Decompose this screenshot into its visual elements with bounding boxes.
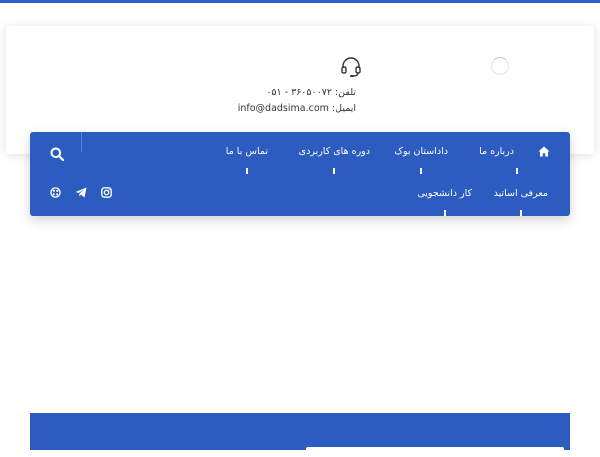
- nav-tick: [519, 210, 522, 216]
- nav-item-label: تماس با ما: [225, 146, 268, 157]
- nav-item-student-work[interactable]: کار دانشجویی: [417, 188, 472, 216]
- nav-item-dadastan-book[interactable]: داداستان بوک: [394, 146, 448, 174]
- loading-spinner-icon: [491, 57, 509, 75]
- nav-divider: [81, 132, 82, 152]
- phone-info: تلفن: ۰۵۱ - ۳۶۰۵۰۰۷۲: [266, 87, 356, 98]
- home-icon[interactable]: [538, 146, 550, 157]
- nav-item-contact[interactable]: تماس با ما: [225, 146, 268, 174]
- email-value[interactable]: info@dadsima.com: [238, 103, 329, 114]
- nav-tick: [516, 168, 519, 174]
- email-label: ایمیل:: [331, 103, 356, 114]
- phone-value[interactable]: ۰۵۱ - ۳۶۰۵۰۰۷۲: [266, 87, 332, 98]
- instagram-icon[interactable]: [101, 187, 112, 198]
- nav-tick: [333, 168, 336, 174]
- nav-item-about[interactable]: درباره ما: [479, 146, 519, 174]
- nav-tick: [443, 210, 446, 216]
- top-accent-strip: [0, 0, 600, 3]
- nav-tick: [245, 168, 248, 174]
- email-info: ایمیل: info@dadsima.com: [238, 103, 356, 114]
- nav-item-label: دوره های کاربردی: [298, 146, 370, 157]
- nav-item-label: درباره ما: [479, 146, 514, 157]
- nav-item-label: معرفی اساتید: [493, 188, 548, 199]
- content-section-band: [30, 413, 570, 450]
- phone-label: تلفن:: [334, 87, 356, 98]
- nav-item-label: کار دانشجویی: [417, 188, 472, 199]
- nav-item-courses[interactable]: دوره های کاربردی: [298, 146, 370, 174]
- telegram-icon[interactable]: [75, 187, 87, 198]
- nav-item-label: داداستان بوک: [394, 146, 448, 157]
- nav-tick: [420, 168, 423, 174]
- headset-icon: [341, 57, 361, 77]
- content-card: [306, 447, 564, 457]
- aparat-icon[interactable]: [50, 187, 61, 198]
- nav-item-instructors[interactable]: معرفی اساتید: [493, 188, 548, 216]
- main-navigation: درباره ما داداستان بوک دوره های کاربردی …: [30, 132, 570, 216]
- search-icon[interactable]: [50, 147, 64, 161]
